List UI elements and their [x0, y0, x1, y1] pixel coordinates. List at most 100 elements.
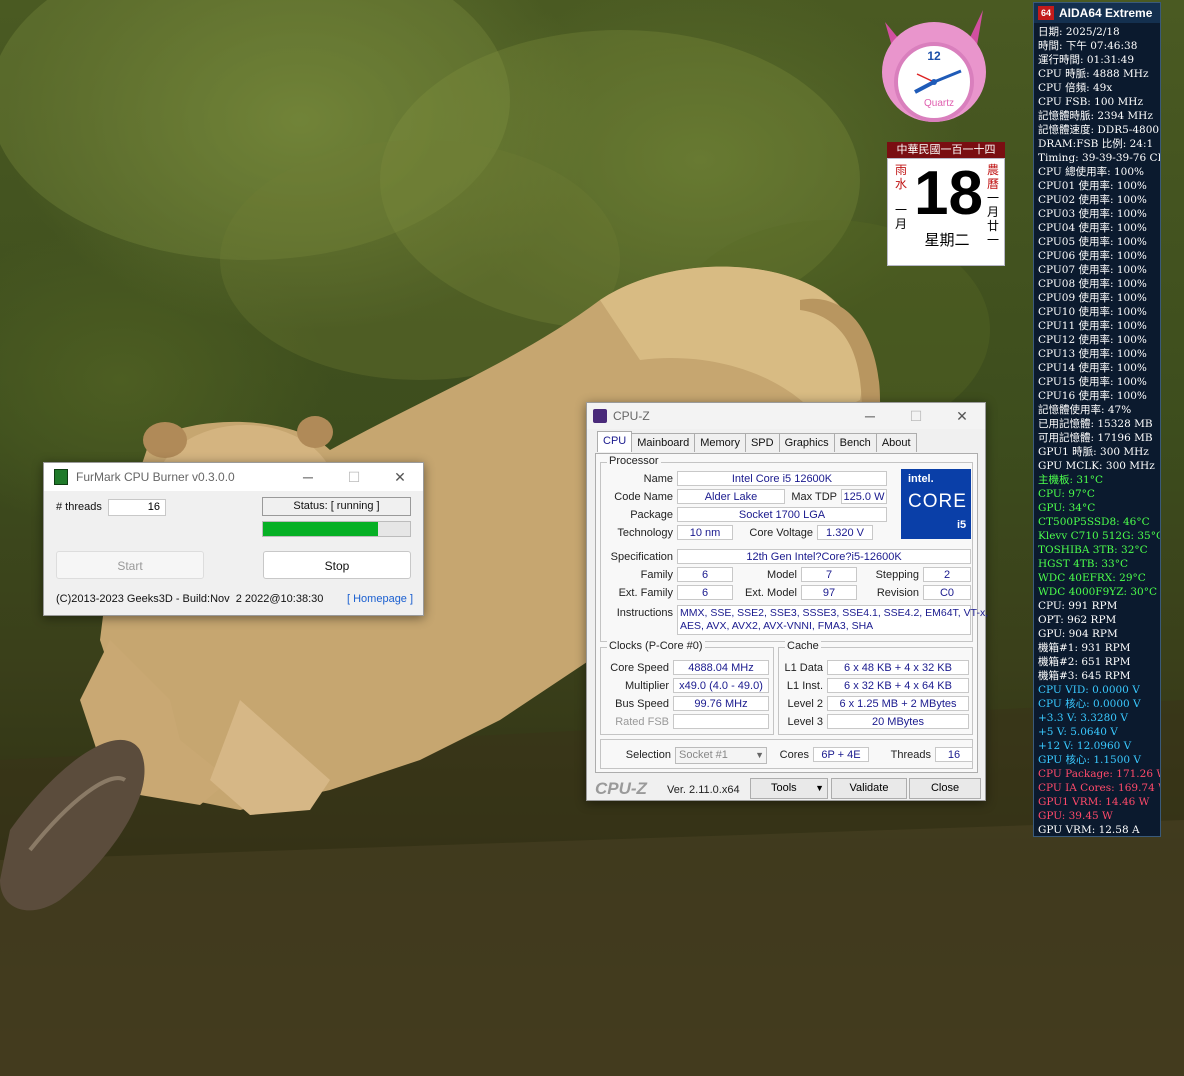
- bus-speed-label: Bus Speed: [615, 698, 669, 710]
- aida64-titlebar: 64 AIDA64 Extreme: [1034, 3, 1160, 23]
- tab-about[interactable]: About: [875, 433, 917, 452]
- l1-inst-label: L1 Inst.: [786, 680, 823, 692]
- cores-label: Cores: [779, 749, 809, 761]
- aida64-sensor-line: CPU11 使用率: 100%: [1038, 320, 1147, 332]
- aida64-sensor-line: CPU10 使用率: 100%: [1038, 306, 1147, 318]
- rated-fsb-label: Rated FSB: [615, 716, 669, 728]
- furmark-title: FurMark CPU Burner v0.3.0.0: [76, 470, 235, 484]
- tab-memory[interactable]: Memory: [694, 433, 746, 452]
- aida64-sensor-line: CPU: 97°C: [1038, 488, 1095, 500]
- package-value: Socket 1700 LGA: [677, 507, 887, 522]
- calendar-solar-term: 雨水: [894, 163, 907, 191]
- ext-family-value: 6: [677, 585, 733, 600]
- cpuz-titlebar[interactable]: CPU-Z ─ ☐ ✕: [587, 403, 985, 429]
- tab-bench[interactable]: Bench: [833, 433, 877, 452]
- aida64-sensor-line: 機箱#2: 651 RPM: [1038, 656, 1131, 668]
- furmark-titlebar[interactable]: FurMark CPU Burner v0.3.0.0 ─ ☐ ✕: [44, 463, 423, 491]
- furmark-body: # threads 16 Status: [ running ] Start S…: [44, 491, 423, 615]
- level-3-value: 20 MBytes: [827, 714, 969, 729]
- tools-label: Tools: [771, 782, 797, 794]
- stepping-label: Stepping: [875, 569, 919, 581]
- minimize-button[interactable]: ─: [285, 469, 331, 485]
- aida64-sensor-line: TOSHIBA 3TB: 32°C: [1038, 544, 1148, 556]
- tab-cpu[interactable]: CPU: [597, 431, 633, 452]
- intel-logo-brand: intel.: [908, 473, 934, 485]
- calendar-day: 18: [914, 159, 983, 228]
- tab-graphics[interactable]: Graphics: [778, 433, 835, 452]
- model-value: 7: [801, 567, 857, 582]
- core-voltage-label: Core Voltage: [749, 527, 813, 539]
- aida64-sensor-line: CPU 核心: 0.0000 V: [1038, 698, 1141, 710]
- aida64-sensor-line: GPU MCLK: 300 MHz: [1038, 460, 1155, 472]
- aida64-sensor-line: CPU04 使用率: 100%: [1038, 222, 1147, 234]
- family-value: 6: [677, 567, 733, 582]
- aida64-sensor-list: 日期: 2025/2/18 時間: 下午 07:46:38 運行時間: 01:31:…: [1034, 23, 1160, 837]
- revision-label: Revision: [876, 587, 919, 599]
- l1-inst-value: 6 x 32 KB + 4 x 64 KB: [827, 678, 969, 693]
- level-2-value: 6 x 1.25 MB + 2 MBytes: [827, 696, 969, 711]
- intel-core-i5-logo: intel. CORE i5: [901, 469, 971, 539]
- cpu-tab-panel: Processor Name Intel Core i5 12600K Code…: [595, 453, 988, 773]
- aida64-sensor-line: CPU02 使用率: 100%: [1038, 194, 1147, 206]
- aida64-sensor-line: 記憶體時脈: 2394 MHz: [1038, 110, 1153, 122]
- tab-mainboard[interactable]: Mainboard: [631, 433, 696, 452]
- l1-data-label: L1 Data: [784, 662, 823, 674]
- cpuz-maximize-button[interactable]: ☐: [893, 408, 939, 425]
- aida64-sensor-line: GPU: 34°C: [1038, 502, 1096, 514]
- aida64-sensor-line: CPU16 使用率: 100%: [1038, 390, 1147, 402]
- core-speed-value: 4888.04 MHz: [673, 660, 769, 675]
- tab-spd[interactable]: SPD: [744, 433, 780, 452]
- calendar-widget[interactable]: 中華民國一百一十四 雨水 一月 18 星期二 農曆 一月廿一: [887, 142, 1005, 270]
- furmark-window: FurMark CPU Burner v0.3.0.0 ─ ☐ ✕ # thre…: [43, 462, 424, 616]
- aida64-sensor-line: CPU13 使用率: 100%: [1038, 348, 1147, 360]
- revision-value: C0: [923, 585, 971, 600]
- aida64-sensor-line: 可用記憶體: 17196 MB: [1038, 432, 1153, 444]
- start-button[interactable]: Start: [56, 551, 204, 579]
- max-tdp-value: 125.0 W: [841, 489, 887, 504]
- multiplier-value: x49.0 (4.0 - 49.0): [673, 678, 769, 693]
- stop-button[interactable]: Stop: [263, 551, 411, 579]
- aida64-sensor-line: CPU: 991 RPM: [1038, 600, 1118, 612]
- selection-dropdown[interactable]: Socket #1 ▼: [675, 747, 767, 764]
- cores-value: 6P + 4E: [813, 747, 869, 762]
- aida64-sensor-line: GPU VRM: 12.58 A: [1038, 824, 1140, 836]
- name-value: Intel Core i5 12600K: [677, 471, 887, 486]
- threads-label: # threads: [56, 501, 102, 513]
- progress-bar: [262, 521, 411, 537]
- aida64-sensor-line: CT500P5SSD8: 46°C: [1038, 516, 1150, 528]
- aida64-sensor-line: HGST 4TB: 33°C: [1038, 558, 1128, 570]
- aida64-sensor-line: +3.3 V: 3.3280 V: [1038, 712, 1128, 724]
- cpuz-close-button[interactable]: ✕: [939, 408, 985, 425]
- validate-button[interactable]: Validate: [831, 778, 907, 799]
- threads-input[interactable]: 16: [108, 499, 166, 516]
- l1-data-value: 6 x 48 KB + 4 x 32 KB: [827, 660, 969, 675]
- aida64-title: AIDA64 Extreme: [1059, 6, 1153, 20]
- aida64-sensor-line: 運行時間: 01:31:49: [1038, 54, 1135, 66]
- package-label: Package: [630, 509, 673, 521]
- aida64-sensor-line: GPU1 時脈: 300 MHz: [1038, 446, 1149, 458]
- close-button[interactable]: ✕: [377, 469, 423, 486]
- rated-fsb-value: [673, 714, 769, 729]
- maximize-button[interactable]: ☐: [331, 469, 377, 486]
- quartz-clock-widget[interactable]: 12 Quartz: [875, 2, 993, 132]
- tools-button[interactable]: Tools ▼: [750, 778, 828, 799]
- aida64-sensor-line: Klevv C710 512G: 35°C: [1038, 530, 1160, 542]
- aida64-sensor-line: CPU09 使用率: 100%: [1038, 292, 1147, 304]
- specification-label: Specification: [610, 551, 673, 563]
- intel-logo-line: CORE: [908, 491, 967, 512]
- aida64-sensor-line: 時間: 下午 07:46:38: [1038, 40, 1138, 52]
- aida64-sensor-line: 機箱#1: 931 RPM: [1038, 642, 1131, 654]
- family-label: Family: [640, 569, 673, 581]
- chevron-down-icon: ▼: [755, 750, 764, 760]
- close-app-button[interactable]: Close: [909, 778, 981, 799]
- cpuz-minimize-button[interactable]: ─: [847, 408, 893, 424]
- homepage-link[interactable]: [ Homepage ]: [347, 593, 413, 605]
- progress-bar-fill: [263, 522, 378, 536]
- calendar-month: 一月: [894, 203, 907, 231]
- aida64-sensor-line: +5 V: 5.0640 V: [1038, 726, 1118, 738]
- cache-group-title: Cache: [785, 640, 821, 652]
- aida64-sensor-line: CPU VID: 0.0000 V: [1038, 684, 1140, 696]
- processor-group: Processor Name Intel Core i5 12600K Code…: [600, 455, 988, 642]
- aida64-logo-icon: 64: [1038, 6, 1054, 20]
- cpuz-footer-logo: CPU-Z: [595, 779, 647, 798]
